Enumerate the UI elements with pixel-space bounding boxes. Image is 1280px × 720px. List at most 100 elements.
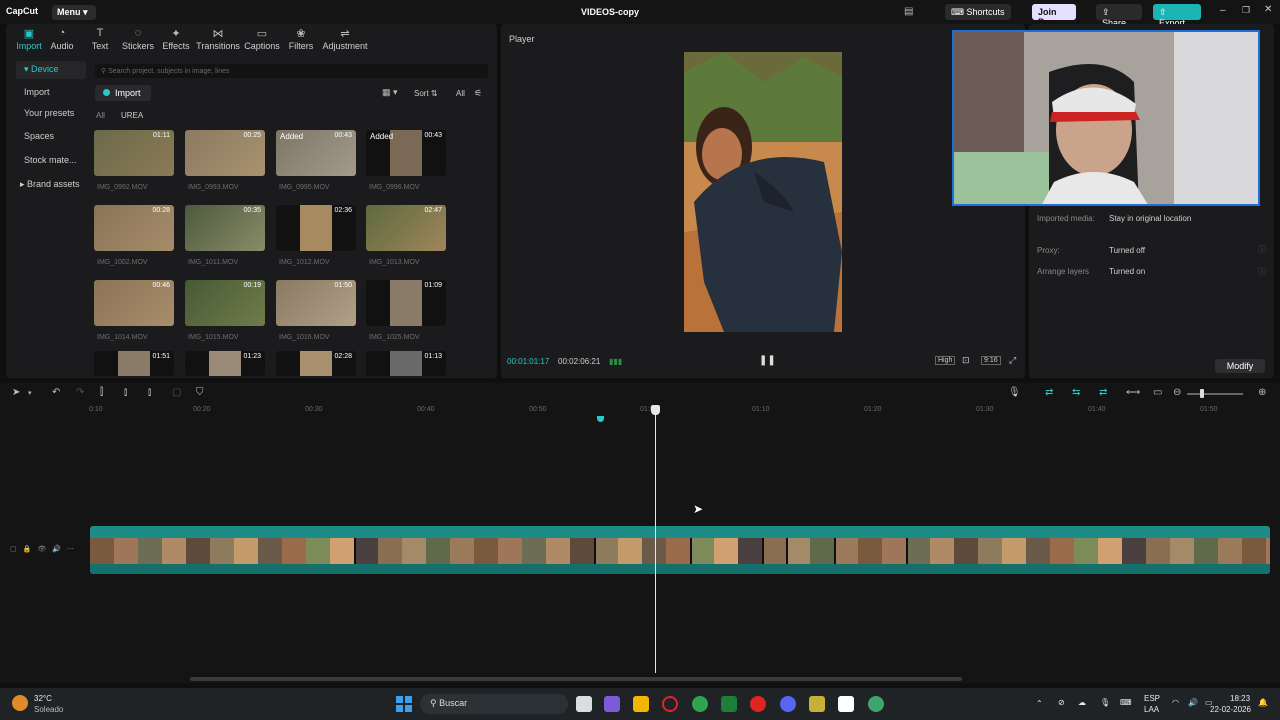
zoom-slider-handle[interactable] bbox=[1200, 389, 1204, 398]
pause-icon[interactable]: ❚❚ bbox=[759, 355, 776, 366]
task-view-icon[interactable] bbox=[576, 696, 592, 712]
media-thumbnail[interactable]: 02:28 bbox=[276, 351, 356, 376]
volume-icon[interactable]: 🔊 bbox=[1188, 698, 1198, 707]
media-thumbnail[interactable]: 01:09 bbox=[366, 280, 446, 326]
media-thumbnail[interactable]: 00:43 Added bbox=[366, 130, 446, 176]
captions-track-icon[interactable]: ▭ bbox=[1153, 387, 1162, 398]
zoom-slider[interactable] bbox=[1187, 393, 1243, 395]
sidebar-item-presets[interactable]: Your presets bbox=[16, 105, 86, 123]
marker-icon[interactable]: ⛉ bbox=[196, 387, 204, 398]
playhead-line[interactable] bbox=[655, 405, 656, 673]
export-button[interactable]: ⇧ Export bbox=[1153, 4, 1201, 28]
media-thumbnail[interactable]: 00:43 Added bbox=[276, 130, 356, 176]
split-right-icon[interactable]: ⫾ bbox=[148, 387, 151, 398]
capcut-icon[interactable] bbox=[838, 696, 854, 712]
sidebar-item-stock[interactable]: Stock mate... bbox=[16, 152, 86, 170]
wifi-icon[interactable]: ◠ bbox=[1172, 698, 1179, 707]
media-thumbnail[interactable]: 01:23 bbox=[185, 351, 265, 376]
sidebar-item-spaces[interactable]: Spaces bbox=[16, 128, 86, 146]
sidebar-item-device[interactable]: ▾ Device bbox=[16, 61, 86, 79]
sidebar-item-import[interactable]: Import bbox=[16, 84, 86, 102]
app-icon[interactable] bbox=[868, 696, 884, 712]
delete-icon[interactable]: ▢ bbox=[172, 387, 181, 398]
weather-icon[interactable] bbox=[12, 695, 28, 711]
copilot-icon[interactable] bbox=[604, 696, 620, 712]
main-video-track[interactable] bbox=[90, 526, 1270, 574]
microphone-icon[interactable]: 🎙 bbox=[1008, 387, 1021, 398]
import-button[interactable]: Import bbox=[95, 85, 151, 101]
media-thumbnail[interactable]: 02:47 bbox=[366, 205, 446, 251]
share-button[interactable]: ⇪ Share bbox=[1096, 4, 1142, 28]
marker-pin[interactable] bbox=[597, 416, 604, 422]
media-thumbnail[interactable]: 01:11 bbox=[94, 130, 174, 176]
tab-adjustment[interactable]: ⇌ Adjustment bbox=[321, 27, 369, 51]
media-thumbnail[interactable]: 01:13 bbox=[366, 351, 446, 376]
media-thumbnail[interactable]: 00:28 bbox=[94, 205, 174, 251]
tab-filters[interactable]: ❀ Filters bbox=[287, 27, 315, 51]
shortcuts-button[interactable]: ⌨ Shortcuts bbox=[945, 4, 1011, 20]
modify-button[interactable]: Modify bbox=[1215, 359, 1265, 373]
language-bottom[interactable]: LAA bbox=[1144, 705, 1159, 714]
maximize-icon[interactable]: ❐ bbox=[1242, 5, 1250, 16]
zoom-fit-icon[interactable]: ⊕ bbox=[1258, 387, 1266, 398]
folder-filter-urea[interactable]: UREA bbox=[121, 111, 143, 120]
network-off-icon[interactable]: ⊘ bbox=[1058, 698, 1065, 707]
discord-icon[interactable] bbox=[780, 696, 796, 712]
all-filter-button[interactable]: All bbox=[456, 89, 465, 98]
link-main-track-icon[interactable]: ⇄ bbox=[1045, 387, 1053, 398]
clock-time[interactable]: 18:23 bbox=[1230, 694, 1250, 703]
undo-icon[interactable]: ↶ bbox=[52, 387, 60, 398]
app-icon[interactable] bbox=[721, 696, 737, 712]
preview-axis-icon[interactable]: ⟷ bbox=[1126, 387, 1140, 398]
clock-date[interactable]: 22-02-2026 bbox=[1210, 705, 1251, 714]
ratio-button[interactable]: 9:16 bbox=[981, 356, 1001, 365]
media-thumbnail[interactable]: 00:46 bbox=[94, 280, 174, 326]
zoom-out-icon[interactable]: ⊖ bbox=[1173, 387, 1181, 398]
notification-icon[interactable]: 🔔 bbox=[1258, 698, 1268, 707]
fullscreen-icon[interactable]: ⤢ bbox=[1009, 355, 1016, 366]
track-controls[interactable]: ▢🔒👁🔊⋯ bbox=[10, 545, 80, 553]
media-thumbnail[interactable]: 00:35 bbox=[185, 205, 265, 251]
video-preview[interactable] bbox=[684, 52, 842, 332]
onedrive-icon[interactable]: ☁ bbox=[1078, 698, 1086, 707]
chevron-down-icon[interactable]: ▾ bbox=[28, 389, 32, 397]
tab-stickers[interactable]: ◌ Stickers bbox=[120, 27, 156, 51]
magnet-icon[interactable]: ⇆ bbox=[1072, 387, 1080, 398]
windows-start-icon[interactable] bbox=[396, 696, 412, 712]
chevron-up-icon[interactable]: ⌃ bbox=[1036, 699, 1043, 708]
menu-button[interactable]: Menu ▾ bbox=[52, 5, 96, 20]
redo-icon[interactable]: ↷ bbox=[76, 387, 84, 398]
tab-import[interactable]: ▣ Import bbox=[10, 27, 48, 51]
tab-transitions[interactable]: ⋈ Transitions bbox=[196, 27, 240, 51]
close-icon[interactable]: ✕ bbox=[1264, 4, 1272, 15]
timeline-scrollbar[interactable] bbox=[190, 677, 962, 681]
sort-button[interactable]: Sort ⇅ bbox=[414, 89, 438, 98]
keyboard-icon[interactable]: ⌨ bbox=[1120, 698, 1132, 707]
split-icon[interactable]: ⫿ bbox=[100, 387, 103, 398]
media-thumbnail[interactable]: 01:50 bbox=[276, 280, 356, 326]
tab-effects[interactable]: ✦ Effects bbox=[161, 27, 191, 51]
app-icon[interactable] bbox=[809, 696, 825, 712]
file-explorer-icon[interactable] bbox=[633, 696, 649, 712]
media-thumbnail[interactable]: 00:19 bbox=[185, 280, 265, 326]
tab-text[interactable]: T Text bbox=[88, 27, 112, 51]
playhead-handle[interactable] bbox=[651, 405, 660, 415]
language-top[interactable]: ESP bbox=[1144, 694, 1160, 703]
minimize-icon[interactable]: – bbox=[1220, 5, 1226, 16]
view-toggle-icon[interactable]: ▦ ▾ bbox=[382, 87, 398, 98]
quality-button[interactable]: High bbox=[935, 356, 956, 365]
opera-icon[interactable] bbox=[662, 696, 678, 712]
chrome-icon[interactable] bbox=[692, 696, 708, 712]
sidebar-item-brand[interactable]: ▸ Brand assets bbox=[16, 176, 86, 194]
linkage-icon[interactable]: ⇄ bbox=[1099, 387, 1107, 398]
media-thumbnail[interactable]: 02:36 bbox=[276, 205, 356, 251]
tab-audio[interactable]: ◔ Audio bbox=[48, 27, 76, 51]
search-input[interactable]: ⚲ Search project, subjects in image, lin… bbox=[95, 64, 488, 78]
taskbar-search[interactable]: ⚲ Buscar bbox=[420, 694, 568, 714]
folder-filter-all[interactable]: All bbox=[96, 111, 105, 120]
media-thumbnail[interactable]: 00:25 bbox=[185, 130, 265, 176]
join-pro-button[interactable]: Join Pro bbox=[1032, 4, 1076, 27]
split-left-icon[interactable]: ⫾ bbox=[124, 387, 127, 398]
youtube-music-icon[interactable] bbox=[750, 696, 766, 712]
snapshot-icon[interactable]: ⊡ bbox=[962, 355, 970, 366]
